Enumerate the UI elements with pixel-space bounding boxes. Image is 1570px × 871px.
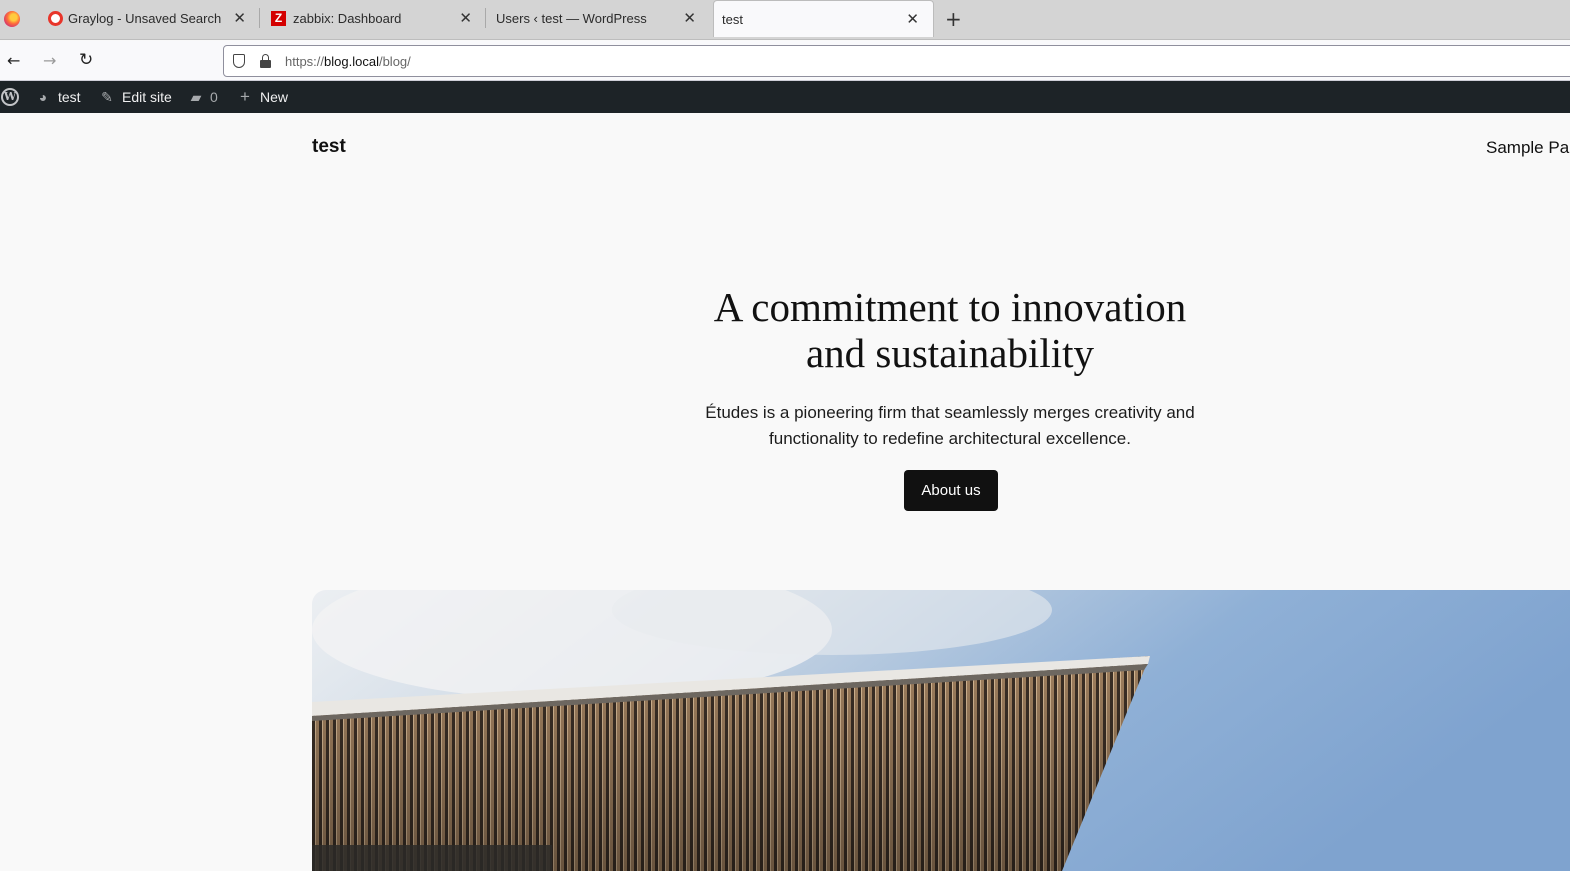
back-button[interactable]: ← [7, 51, 20, 70]
close-icon[interactable]: ✕ [906, 10, 919, 28]
tab-zabbix[interactable]: Z zabbix: Dashboard ✕ [268, 0, 486, 36]
tab-separator [485, 8, 486, 28]
new-label: New [260, 89, 289, 105]
hero-heading-line-2: and sustainability [805, 330, 1095, 376]
browser-tab-bar: Graylog - Unsaved Search ✕ Z zabbix: Das… [0, 0, 1570, 40]
url-scheme: https:// [285, 54, 325, 69]
zabbix-icon: Z [271, 11, 286, 26]
url-text[interactable]: https://blog.local/blog/ [285, 54, 411, 69]
tab-title: zabbix: Dashboard [293, 11, 402, 26]
close-icon[interactable]: ✕ [683, 9, 696, 27]
site-name-label: test [58, 89, 81, 105]
tab-test[interactable]: test ✕ [713, 0, 934, 37]
tab-separator [259, 8, 260, 28]
shield-icon[interactable] [233, 54, 245, 68]
url-bar[interactable]: https://blog.local/blog/ [223, 45, 1570, 77]
edit-site-label: Edit site [122, 89, 172, 105]
architecture-photo [312, 590, 1570, 871]
graylog-icon [48, 11, 63, 26]
hero-description: Études is a pioneering firm that seamles… [640, 400, 1260, 452]
about-us-button[interactable]: About us [904, 470, 998, 511]
comment-icon: ▰ [190, 89, 202, 105]
hero-description-line-1: Études is a pioneering firm that seamles… [705, 403, 1195, 422]
url-host: blog.local [324, 54, 379, 69]
hero-description-line-2: functionality to redefine architectural … [769, 429, 1131, 448]
plus-icon: + [240, 87, 250, 106]
admin-bar-comments[interactable]: ▰ 0 [188, 81, 218, 113]
tab-wordpress-users[interactable]: Users ‹ test — WordPress ✕ [488, 0, 710, 36]
brush-icon: ✎ [101, 89, 113, 105]
tab-graylog[interactable]: Graylog - Unsaved Search ✕ [36, 0, 260, 36]
lock-icon[interactable] [260, 54, 271, 68]
admin-bar-site-name[interactable]: ◕ test [35, 81, 81, 113]
browser-toolbar: ← → ↻ https://blog.local/blog/ [0, 41, 1570, 81]
comments-count: 0 [210, 89, 218, 105]
hero-heading: A commitment to innovation and sustainab… [600, 284, 1300, 376]
nav-link-sample-page[interactable]: Sample Pa [1486, 138, 1569, 158]
hero-heading-line-1: A commitment to innovation [713, 284, 1187, 330]
new-tab-button[interactable]: + [945, 7, 962, 31]
dashboard-icon: ◕ [38, 89, 48, 105]
close-icon[interactable]: ✕ [459, 9, 472, 27]
url-path: /blog/ [378, 54, 411, 69]
site-title[interactable]: test [312, 136, 346, 158]
reload-button[interactable]: ↻ [79, 50, 93, 70]
tab-title: Graylog - Unsaved Search [68, 11, 222, 26]
tab-title: Users ‹ test — WordPress [496, 11, 647, 26]
wp-admin-bar: W ◕ test ✎ Edit site ▰ 0 + New [0, 81, 1570, 113]
close-icon[interactable]: ✕ [233, 9, 246, 27]
wordpress-logo-icon[interactable]: W [1, 88, 19, 106]
admin-bar-edit-site[interactable]: ✎ Edit site [99, 81, 172, 113]
architecture-photo-graphic [312, 590, 1570, 871]
forward-button[interactable]: → [43, 51, 56, 70]
tab-title: test [722, 12, 743, 27]
admin-bar-new[interactable]: + New [237, 81, 288, 113]
firefox-icon [4, 11, 20, 27]
